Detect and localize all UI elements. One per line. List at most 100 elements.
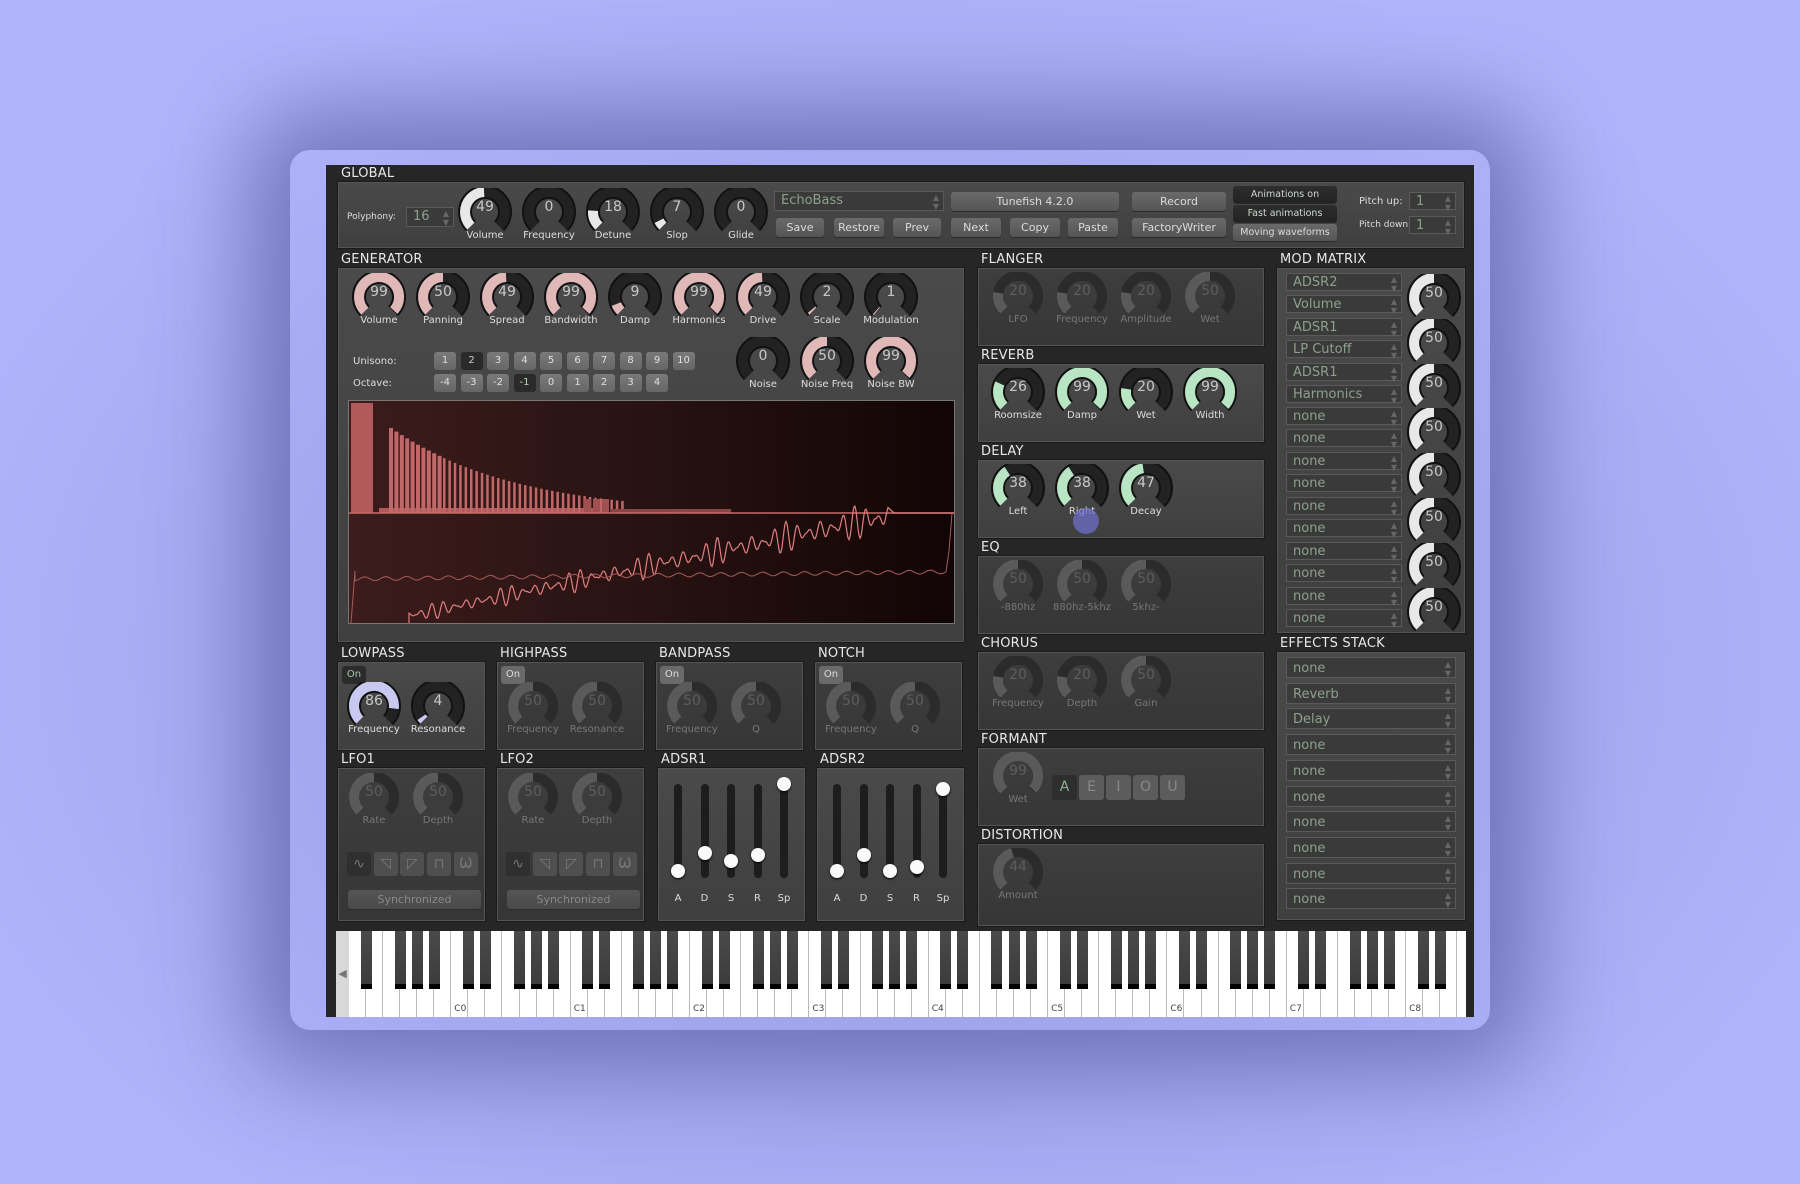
piano-black-key[interactable]: [889, 931, 901, 989]
piano-black-key[interactable]: [1127, 931, 1139, 989]
adsr1-d-slider[interactable]: [700, 784, 709, 878]
lfo2-shape-saw-up-button[interactable]: ◸: [559, 852, 584, 876]
reverb-knob-width[interactable]: 99 Width: [1180, 368, 1240, 426]
notch-knob-q[interactable]: 50 Q: [885, 682, 945, 740]
octave-button-3[interactable]: 3: [619, 374, 642, 392]
piano-black-key[interactable]: [1298, 931, 1310, 989]
piano-black-key[interactable]: [872, 931, 884, 989]
record-button[interactable]: Record: [1132, 192, 1226, 211]
copy-button[interactable]: Copy: [1010, 218, 1060, 237]
piano-black-key[interactable]: [667, 931, 679, 989]
effects-stack-slot-select[interactable]: none ▲ ▼: [1286, 836, 1456, 858]
unisono-button-9[interactable]: 9: [646, 352, 668, 370]
piano-black-key[interactable]: [462, 931, 474, 989]
mod-source-select[interactable]: none ▲ ▼: [1286, 497, 1402, 517]
next-button[interactable]: Next: [951, 218, 1001, 237]
version-button[interactable]: Tunefish 4.2.0: [951, 192, 1119, 211]
highpass-knob-resonance[interactable]: 50 Resonance: [567, 682, 627, 740]
piano-black-key[interactable]: [1059, 931, 1071, 989]
formant-vowel-e-button[interactable]: E: [1079, 775, 1104, 800]
generator-knob-noise-bw[interactable]: 99 Noise BW: [861, 337, 921, 395]
piano-black-key[interactable]: [1349, 931, 1361, 989]
piano-black-key[interactable]: [1383, 931, 1395, 989]
mod-source-select[interactable]: ADSR1 ▲ ▼: [1286, 362, 1402, 383]
piano-black-key[interactable]: [514, 931, 525, 989]
delay-knob-decay[interactable]: 47 Decay: [1116, 464, 1176, 522]
keyboard-scroll-left-button[interactable]: ◀: [336, 931, 349, 1017]
generator-knob-modulation[interactable]: 1 Modulation: [861, 273, 921, 331]
effects-stack-slot-select[interactable]: Reverb ▲ ▼: [1286, 682, 1456, 704]
mod-source-select[interactable]: none ▲ ▼: [1286, 586, 1402, 607]
piano-black-key[interactable]: [769, 931, 781, 989]
mod-target-select[interactable]: none ▲ ▼: [1286, 608, 1402, 629]
piano-keyboard[interactable]: C0 C1 C2 C3 C4 C5 C6 C7 C8: [336, 931, 1466, 1017]
lfo2-knob-depth[interactable]: 50 Depth: [567, 773, 627, 831]
effects-stack-slot-select[interactable]: none ▲ ▼: [1286, 657, 1456, 678]
piano-black-key[interactable]: [394, 931, 406, 989]
unisono-button-2[interactable]: 2: [460, 352, 483, 370]
formant-vowel-a-button[interactable]: A: [1052, 775, 1077, 800]
mod-target-select[interactable]: Volume ▲ ▼: [1286, 295, 1402, 315]
piano-black-key[interactable]: [1434, 931, 1446, 989]
piano-black-key[interactable]: [428, 931, 440, 989]
piano-white-key[interactable]: [1457, 931, 1466, 1017]
piano-black-key[interactable]: [701, 931, 713, 989]
flanger-knob-wet[interactable]: 50 Wet: [1180, 272, 1240, 330]
unisono-button-6[interactable]: 6: [566, 352, 589, 370]
lfo2-synchronized-button[interactable]: Synchronized: [507, 890, 640, 909]
factorywriter-button[interactable]: FactoryWriter: [1132, 218, 1226, 237]
adsr1-a-slider-thumb[interactable]: [671, 863, 685, 878]
piano-black-key[interactable]: [1366, 931, 1378, 989]
lfo2-shape-square-button[interactable]: ⊓: [586, 852, 611, 876]
save-button[interactable]: Save: [776, 218, 824, 237]
adsr1-sp-slider-thumb[interactable]: [777, 777, 791, 791]
piano-black-key[interactable]: [906, 931, 918, 989]
formant-vowel-o-button[interactable]: O: [1133, 775, 1158, 800]
moving-waveforms-toggle[interactable]: Moving waveforms: [1233, 224, 1337, 241]
piano-black-key[interactable]: [1230, 931, 1242, 989]
piano-black-key[interactable]: [1110, 931, 1122, 989]
octave-button-3[interactable]: -3: [460, 374, 483, 392]
distortion-knob-amount[interactable]: 44 Amount: [988, 848, 1048, 906]
bandpass-knob-q[interactable]: 50 Q: [726, 682, 786, 740]
unisono-button-8[interactable]: 8: [619, 352, 642, 370]
piano-black-key[interactable]: [1008, 931, 1020, 989]
formant-vowel-u-button[interactable]: U: [1160, 775, 1185, 800]
mod-source-select[interactable]: none ▲ ▼: [1286, 541, 1402, 562]
lfo1-shape-sine-button[interactable]: ∿: [347, 852, 371, 876]
unisono-button-5[interactable]: 5: [540, 352, 562, 370]
effects-stack-slot-select[interactable]: none ▲ ▼: [1286, 888, 1456, 910]
adsr2-sp-slider[interactable]: [939, 784, 947, 878]
pitch-down-spinbox[interactable]: 1 ▲ ▼: [1409, 216, 1456, 236]
adsr1-d-slider-thumb[interactable]: [697, 845, 712, 860]
unisono-button-4[interactable]: 4: [513, 352, 536, 370]
piano-black-key[interactable]: [752, 931, 764, 989]
unisono-button-7[interactable]: 7: [593, 352, 615, 370]
piano-black-key[interactable]: [957, 931, 969, 989]
piano-black-key[interactable]: [1247, 931, 1259, 989]
piano-black-key[interactable]: [718, 931, 730, 989]
global-knob-glide[interactable]: 0 Glide: [711, 188, 771, 246]
piano-black-key[interactable]: [479, 931, 491, 989]
piano-black-key[interactable]: [820, 931, 832, 989]
mod-source-select[interactable]: none ▲ ▼: [1286, 452, 1402, 472]
adsr2-d-slider[interactable]: [859, 784, 868, 878]
piano-black-key[interactable]: [1417, 931, 1429, 989]
effects-stack-slot-select[interactable]: none ▲ ▼: [1286, 785, 1456, 807]
formant-knob-wet[interactable]: 99 Wet: [988, 752, 1048, 810]
piano-black-key[interactable]: [1076, 931, 1088, 989]
piano-black-key[interactable]: [1179, 931, 1190, 989]
octave-button-0[interactable]: 0: [540, 374, 562, 392]
mod-target-select[interactable]: Harmonics ▲ ▼: [1286, 384, 1402, 405]
chorus-knob-gain[interactable]: 50 Gain: [1116, 656, 1176, 714]
mod-target-select[interactable]: none ▲ ▼: [1286, 429, 1402, 449]
formant-vowel-i-button[interactable]: I: [1106, 775, 1131, 800]
piano-black-key[interactable]: [633, 931, 645, 989]
piano-black-key[interactable]: [1144, 931, 1156, 989]
piano-black-key[interactable]: [411, 931, 423, 989]
effects-stack-slot-select[interactable]: Delay ▲ ▼: [1286, 708, 1456, 730]
adsr1-r-slider[interactable]: [753, 784, 762, 878]
lfo1-shape-saw-down-button[interactable]: ◹: [373, 852, 398, 876]
piano-black-key[interactable]: [940, 931, 952, 989]
octave-button-4[interactable]: -4: [434, 374, 456, 392]
